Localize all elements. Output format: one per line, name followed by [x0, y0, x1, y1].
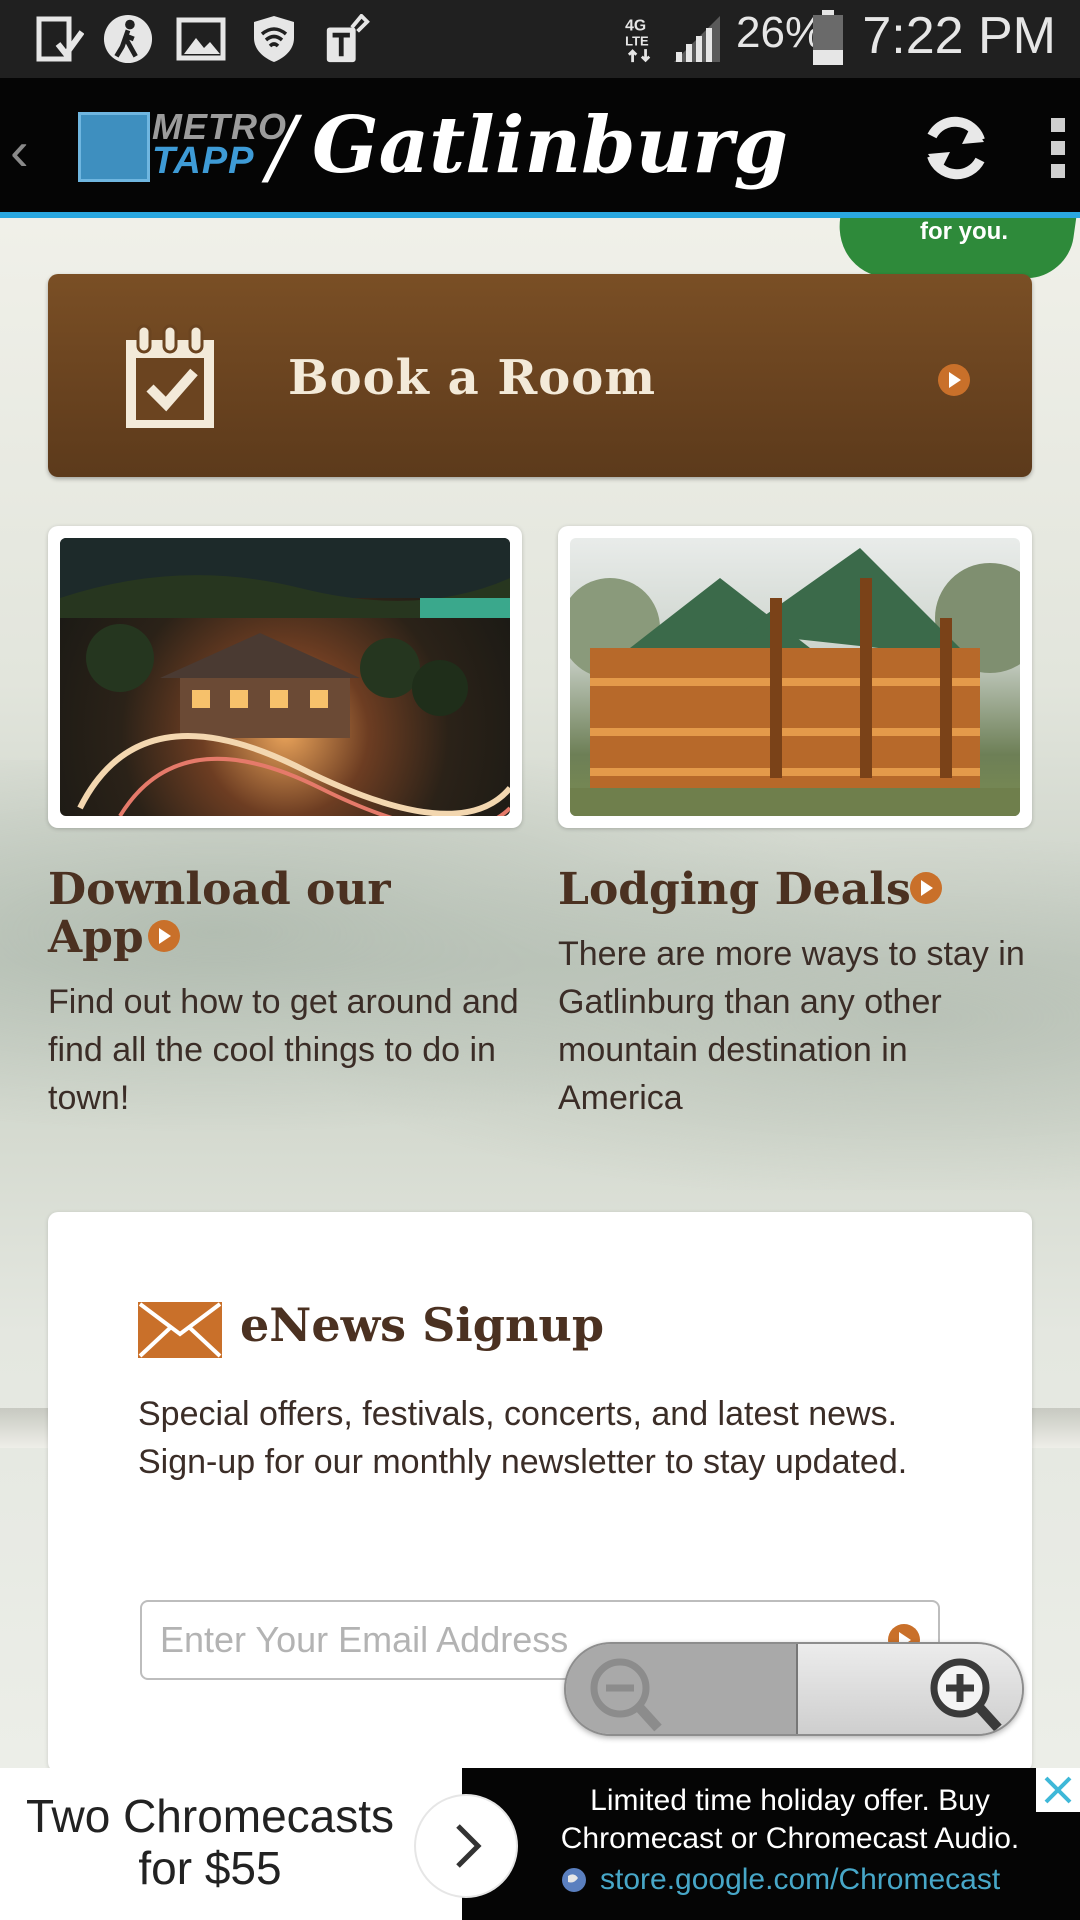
gatlinburg-night-photo: [60, 538, 510, 816]
book-room-label: Book a Room: [288, 350, 657, 406]
download-app-arrow-icon[interactable]: [148, 920, 180, 952]
book-room-arrow-icon: [938, 364, 970, 396]
status-bar: 4G LTE 26% 7:22 PM: [0, 0, 1080, 78]
image-icon: [176, 17, 226, 61]
svg-text:LTE: LTE: [625, 33, 649, 48]
calendar-check-icon: [126, 324, 214, 428]
ad-arrow-button[interactable]: [416, 1796, 516, 1896]
back-chevron-icon[interactable]: ‹: [10, 118, 29, 183]
download-app-description: Find out how to get around and find all …: [48, 983, 519, 1117]
battery-icon: [813, 10, 843, 65]
ad-url: store.google.com/Chromecast: [600, 1863, 1001, 1896]
download-app-heading[interactable]: Download our App: [48, 866, 391, 962]
lodging-deals-arrow-icon[interactable]: [910, 872, 942, 904]
fitness-walker-icon: [103, 14, 153, 64]
lodging-deals-heading[interactable]: Lodging Deals: [558, 866, 911, 914]
logo-tapp-text: TAPP: [152, 140, 255, 182]
globe-icon: [562, 1868, 586, 1892]
app-title-city: Gatlinburg: [312, 100, 789, 191]
enews-signup-description: Special offers, festivals, concerts, and…: [138, 1395, 908, 1481]
zoom-out-button[interactable]: [566, 1644, 796, 1734]
download-complete-icon: [36, 16, 84, 62]
town-night-illustration: [60, 538, 510, 816]
chevron-right-icon: [456, 1824, 482, 1868]
lte-data-icon: 4G LTE: [625, 18, 651, 63]
ad-url-row[interactable]: store.google.com/Chromecast: [560, 1860, 1000, 1900]
log-cabin-photo: [570, 538, 1020, 816]
zoom-in-button[interactable]: [798, 1644, 1022, 1734]
t-mobile-app-icon: [326, 14, 370, 63]
ad-description[interactable]: Limited time holiday offer. Buy Chromeca…: [530, 1782, 1050, 1858]
ad-close-icon[interactable]: [1036, 1768, 1080, 1812]
download-app-title-line1: Download our: [48, 864, 391, 915]
overflow-menu-icon[interactable]: [1048, 116, 1068, 180]
battery-percent: 26%: [736, 8, 825, 57]
metro-tapp-logo-icon: [78, 112, 150, 182]
lodging-deals-description: There are more ways to stay in Gatlinbur…: [558, 935, 1025, 1117]
signal-strength-icon: [674, 16, 720, 62]
zoom-in-icon: [930, 1658, 1002, 1732]
download-app-photo-card[interactable]: [48, 526, 522, 828]
zoom-out-icon: [590, 1658, 662, 1732]
log-cabin-illustration: [570, 548, 1020, 816]
enews-signup-title: eNews Signup: [240, 1298, 605, 1352]
zoom-controls: [564, 1642, 1024, 1736]
refresh-icon[interactable]: [918, 110, 994, 186]
svg-text:4G: 4G: [625, 18, 646, 35]
lodging-photo-card[interactable]: [558, 526, 1032, 828]
promo-corner-text: for you.: [920, 218, 1008, 245]
logo-slash: /: [268, 100, 296, 195]
clock-time: 7:22 PM: [862, 7, 1056, 65]
ad-headline[interactable]: Two Chromecasts for $55: [0, 1790, 420, 1894]
wifi-shield-icon: [254, 16, 294, 62]
envelope-icon: [138, 1302, 222, 1358]
download-app-title-line2: App: [48, 912, 144, 963]
